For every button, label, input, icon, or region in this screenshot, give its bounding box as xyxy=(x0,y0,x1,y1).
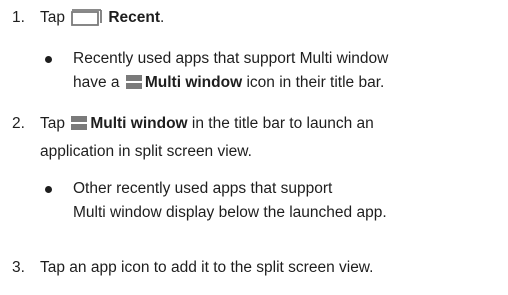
multi-window-icon xyxy=(125,73,143,99)
recent-apps-icon xyxy=(71,8,105,34)
step-number: 3. xyxy=(12,259,25,276)
step-number: 2. xyxy=(12,115,25,132)
multi-window-icon xyxy=(70,114,88,140)
step-text: Tap Multi window in the title bar to lau… xyxy=(40,114,374,160)
bullet-icon xyxy=(45,56,52,63)
bullet-text: Other recently used apps that support Mu… xyxy=(73,180,387,221)
step-text: Tap an app icon to add it to the split s… xyxy=(40,259,374,276)
bullet-text: Recently used apps that support Multi wi… xyxy=(73,47,505,99)
step-text: Tap Recent. xyxy=(40,6,506,34)
recent-label: Recent xyxy=(108,9,160,26)
step-number: 1. xyxy=(12,9,25,26)
bullet-icon xyxy=(45,186,52,193)
